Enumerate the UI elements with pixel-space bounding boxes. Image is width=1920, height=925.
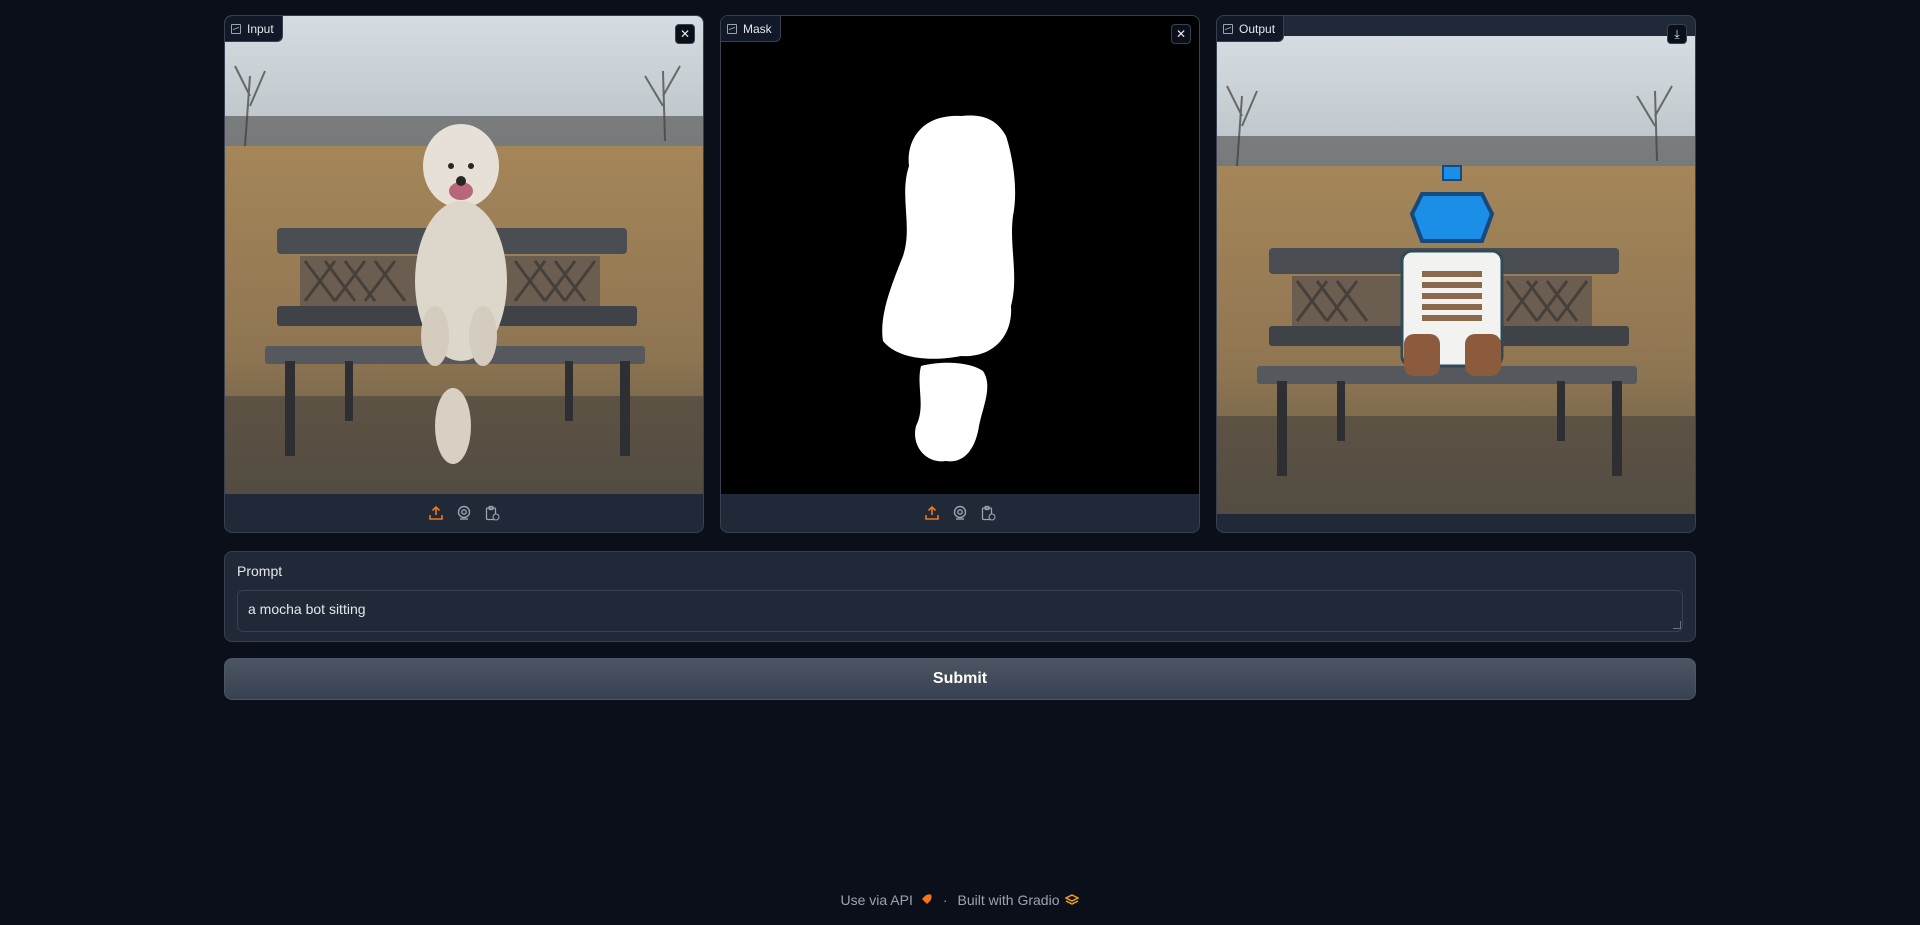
mask-toolbar <box>721 494 1199 532</box>
input-image <box>225 16 703 494</box>
upload-icon[interactable] <box>924 505 940 521</box>
mask-image-panel[interactable]: Mask ✕ <box>720 15 1200 533</box>
footer: Use via API · Built with Gradio <box>0 892 1920 908</box>
clear-mask-button[interactable]: ✕ <box>1171 24 1191 44</box>
output-label: Output <box>1217 16 1285 42</box>
submit-button[interactable]: Submit <box>224 658 1696 700</box>
resize-handle-icon[interactable] <box>1673 621 1681 629</box>
input-image-panel[interactable]: Input ✕ <box>224 15 704 533</box>
prompt-textarea[interactable]: a mocha bot sitting <box>237 590 1683 632</box>
image-icon <box>727 23 737 34</box>
footer-separator: · <box>942 892 948 908</box>
prompt-label: Prompt <box>237 563 283 579</box>
webcam-icon[interactable] <box>952 505 968 521</box>
webcam-icon[interactable] <box>456 505 472 521</box>
output-image <box>1217 36 1695 514</box>
mask-label: Mask <box>721 16 781 42</box>
clear-input-button[interactable]: ✕ <box>675 24 695 44</box>
clipboard-icon[interactable] <box>980 505 996 521</box>
image-icon <box>1223 23 1233 34</box>
clipboard-icon[interactable] <box>484 505 500 521</box>
rocket-icon <box>921 894 932 904</box>
download-output-button[interactable]: ⤓ <box>1667 24 1687 44</box>
upload-icon[interactable] <box>428 505 444 521</box>
built-with-gradio-link[interactable]: Built with Gradio <box>958 892 1080 908</box>
use-via-api-link[interactable]: Use via API <box>841 892 933 908</box>
output-image-panel: Output ⤓ <box>1216 15 1696 533</box>
prompt-block: Prompt a mocha bot sitting <box>224 551 1696 642</box>
input-toolbar <box>225 494 703 532</box>
image-icon <box>231 23 241 34</box>
mask-image <box>721 16 1199 494</box>
input-label: Input <box>225 16 283 42</box>
gradio-logo-icon <box>1065 894 1080 905</box>
